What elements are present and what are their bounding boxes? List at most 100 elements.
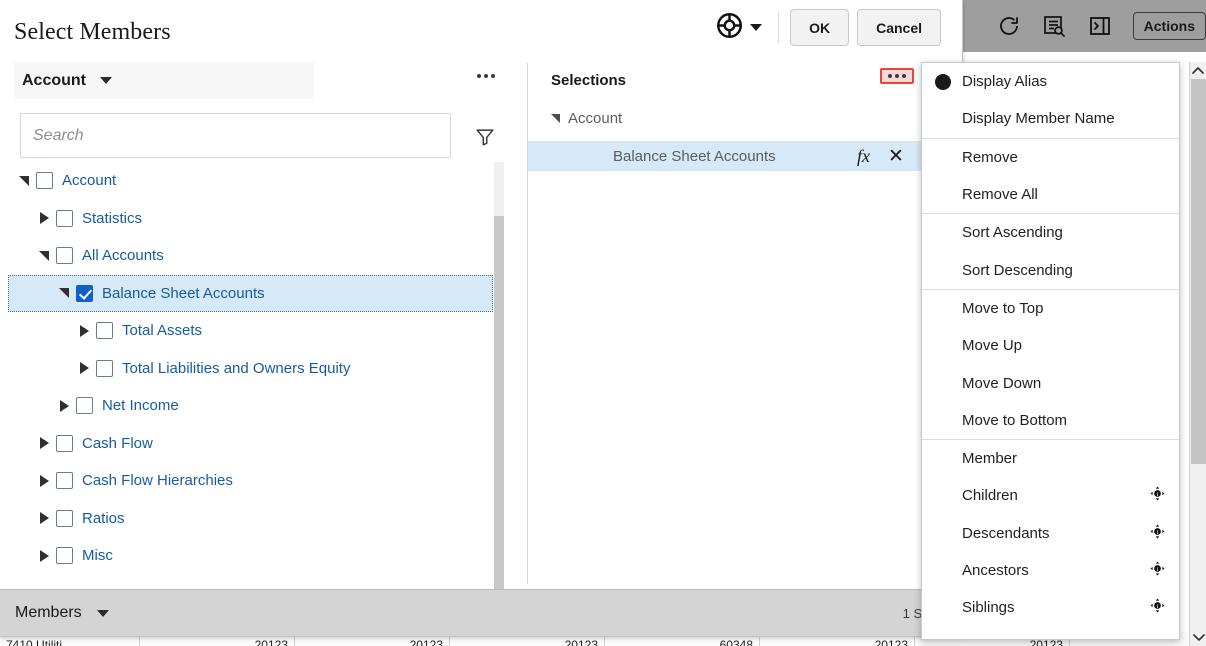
triangle-right-icon[interactable] (34, 512, 54, 525)
tree-node-all-accounts[interactable]: All Accounts (8, 237, 493, 275)
tree-node-checkbox[interactable] (96, 322, 113, 340)
menu-item-label: Remove All (962, 186, 1038, 204)
tree-node-statistics[interactable]: Statistics (8, 200, 493, 238)
relation-marker-icon[interactable]: I (1150, 598, 1165, 617)
tree-node-misc[interactable]: Misc (8, 537, 493, 575)
menu-item-label: Sort Ascending (962, 224, 1063, 242)
triangle-right-icon[interactable] (34, 474, 54, 487)
scrollbar-thumb[interactable] (494, 216, 504, 594)
refresh-icon[interactable] (996, 12, 1022, 40)
collapse-panel-icon[interactable] (1087, 12, 1113, 40)
menu-item-member[interactable]: Member (922, 440, 1179, 477)
scroll-up-arrow-icon[interactable] (1190, 62, 1206, 79)
tree-node-balance-sheet-accounts[interactable]: Balance Sheet Accounts (8, 274, 493, 312)
tree-node-total-liabilities-and-owners-equity[interactable]: Total Liabilities and Owners Equity (8, 350, 493, 388)
menu-item-label: Sort Descending (962, 261, 1073, 279)
inspect-data-icon[interactable] (1042, 12, 1068, 40)
menu-item-ancestors[interactable]: Ancestors I (922, 552, 1179, 589)
expanded-arrow (19, 175, 29, 186)
menu-item-label: Descendants (962, 524, 1050, 542)
filter-funnel-icon[interactable] (474, 126, 496, 153)
menu-item-label: Display Alias (962, 73, 1048, 91)
menu-item-move-up[interactable]: Move Up (922, 327, 1179, 364)
menu-item-move-down[interactable]: Move Down (922, 364, 1179, 401)
triangle-right-icon[interactable] (54, 399, 74, 412)
svg-text:I: I (1157, 567, 1159, 573)
triangle-down-icon (551, 113, 560, 123)
triangle-down-icon[interactable] (54, 288, 74, 299)
selections-dimension-node[interactable]: Account (528, 104, 962, 132)
tree-node-cash-flow[interactable]: Cash Flow (8, 425, 493, 463)
page-title: Select Members (14, 19, 171, 45)
triangle-right-icon[interactable] (34, 437, 54, 450)
ok-button[interactable]: OK (790, 9, 850, 46)
menu-item-remove[interactable]: Remove (922, 139, 1179, 176)
relation-marker-icon[interactable]: I (1150, 561, 1165, 580)
tree-node-account[interactable]: Account (8, 162, 493, 200)
tree-node-label: Statistics (82, 209, 143, 227)
triangle-down-icon[interactable] (34, 250, 54, 261)
selections-overflow-menu-button[interactable] (880, 68, 914, 84)
selections-pane: Selections Account Balance Sheet Account… (528, 58, 962, 589)
help-menu-button[interactable] (716, 12, 763, 44)
tree-node-ratios[interactable]: Ratios (8, 500, 493, 538)
browser-overflow-menu-button[interactable] (472, 70, 500, 82)
scrollbar-thumb[interactable] (1191, 79, 1206, 464)
close-x-icon[interactable]: ✕ (888, 147, 904, 166)
tree-node-checkbox[interactable] (56, 547, 73, 565)
dialog-footer: Members 1 Selec (0, 589, 962, 636)
member-tree: Account Statistics All Accounts Balance She… (8, 162, 493, 583)
selection-list-item[interactable]: Balance Sheet Accounts fx ✕ (528, 141, 962, 171)
menu-item-descendants[interactable]: Descendants I (922, 515, 1179, 552)
triangle-down-icon[interactable] (14, 175, 34, 186)
triangle-right-icon[interactable] (34, 549, 54, 562)
fx-function-icon[interactable]: fx (857, 146, 870, 167)
tree-node-label: Cash Flow (82, 434, 153, 452)
background-toolbar: Actions (963, 0, 1206, 52)
search-input[interactable] (21, 114, 450, 157)
menu-item-children[interactable]: Children I (922, 477, 1179, 514)
menu-item-move-to-top[interactable]: Move to Top (922, 290, 1179, 327)
tree-node-checkbox[interactable] (36, 172, 53, 190)
relation-marker-icon[interactable]: I (1150, 524, 1165, 543)
triangle-right-icon[interactable] (34, 212, 54, 225)
tree-node-cash-flow-hierarchies[interactable]: Cash Flow Hierarchies (8, 462, 493, 500)
menu-item-siblings[interactable]: Siblings I (922, 589, 1179, 626)
menu-item-display-alias[interactable]: Display Alias (922, 63, 1179, 100)
dimension-selector[interactable]: Account (14, 62, 314, 99)
actions-button[interactable]: Actions (1132, 12, 1206, 40)
tree-node-net-income[interactable]: Net Income (8, 387, 493, 425)
triangle-right-icon[interactable] (74, 362, 94, 375)
collapsed-arrow (79, 324, 89, 337)
tree-node-checkbox[interactable] (56, 509, 73, 527)
menu-item-remove-all[interactable]: Remove All (922, 176, 1179, 213)
member-tree-scrollbar[interactable] (494, 162, 504, 594)
tree-node-checkbox[interactable] (56, 434, 73, 452)
menu-item-move-to-bottom[interactable]: Move to Bottom (922, 402, 1179, 439)
tree-node-checkbox[interactable] (96, 359, 113, 377)
collapsed-arrow (59, 399, 69, 412)
menu-item-label: Siblings (962, 599, 1015, 617)
menu-item-display-member-name[interactable]: Display Member Name (922, 100, 1179, 137)
relation-marker-icon[interactable]: I (1150, 486, 1165, 505)
triangle-right-icon[interactable] (74, 324, 94, 337)
menu-item-sort-descending[interactable]: Sort Descending (922, 251, 1179, 288)
menu-item-sort-ascending[interactable]: Sort Ascending (922, 214, 1179, 251)
tree-node-total-assets[interactable]: Total Assets (8, 312, 493, 350)
selections-dimension-label: Account (568, 109, 623, 127)
menu-item-label: Move Up (962, 337, 1023, 355)
chevron-down-icon (100, 77, 112, 84)
footer-mode-selector[interactable]: Members (15, 604, 109, 622)
tree-node-checkbox[interactable] (76, 397, 93, 415)
collapsed-arrow (39, 549, 49, 562)
tree-node-pl[interactable]: PL (8, 575, 493, 584)
scroll-down-arrow-icon[interactable] (1191, 629, 1206, 646)
svg-text:I: I (1157, 604, 1159, 610)
tree-node-checkbox[interactable] (56, 247, 73, 265)
menu-item-label: Move to Bottom (962, 411, 1068, 429)
tree-node-checkbox[interactable] (76, 284, 93, 302)
cancel-button[interactable]: Cancel (857, 9, 941, 46)
tree-node-checkbox[interactable] (56, 209, 73, 227)
tree-node-checkbox[interactable] (56, 472, 73, 490)
page-scrollbar[interactable] (1189, 62, 1206, 646)
